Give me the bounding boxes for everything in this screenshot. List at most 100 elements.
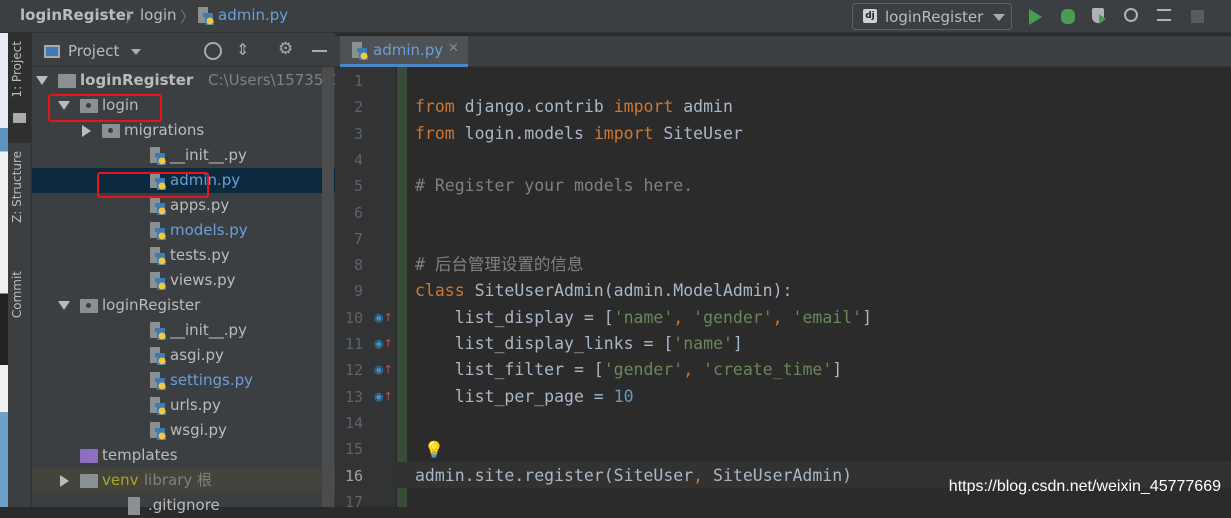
project-panel-header: Project ⇕ ⚙ <box>32 36 335 67</box>
line-number: 7 <box>353 229 363 248</box>
watermark: https://blog.csdn.net/weixin_45777669 <box>948 478 1221 495</box>
code-token: import <box>593 123 654 143</box>
run-configuration-select[interactable]: dj loginRegister <box>852 3 1012 30</box>
code-line: from django.contrib import admin <box>415 94 733 120</box>
code-line: list_display_links = ['name'] <box>415 331 743 357</box>
expanded-arrow-icon[interactable] <box>58 301 70 310</box>
code-token: 'gender' <box>693 307 773 327</box>
line-number: 5 <box>353 177 363 196</box>
code-token: 'create_time' <box>703 360 833 380</box>
override-marker-icon[interactable]: ◉↑ <box>374 337 393 350</box>
tree-item[interactable]: templates <box>32 443 335 468</box>
project-scrollbar[interactable] <box>322 67 334 507</box>
expanded-arrow-icon[interactable] <box>36 76 48 85</box>
line-number: 3 <box>353 124 363 143</box>
line-number: 13 <box>344 387 363 406</box>
code-token: 'name' <box>613 307 674 327</box>
code-token: ] <box>732 334 743 353</box>
run-concurrency-icon[interactable] <box>1157 9 1171 21</box>
code-token: login.models <box>454 123 594 143</box>
background-window-edge <box>0 33 8 507</box>
code-token: [ <box>603 307 614 327</box>
project-view-title[interactable]: Project <box>68 42 119 60</box>
code-token: , <box>683 360 704 380</box>
override-marker-icon[interactable]: ◉↑ <box>374 363 393 376</box>
code-line: from login.models import SiteUser <box>415 121 743 147</box>
breadcrumb-project[interactable]: loginRegister <box>20 6 133 24</box>
hide-icon[interactable] <box>312 50 327 52</box>
line-number: 4 <box>353 150 363 169</box>
tab-admin-py[interactable]: admin.py ✕ <box>340 36 468 67</box>
side-tab-project[interactable]: 1: Project <box>10 41 24 98</box>
collapse-all-icon[interactable]: ⇕ <box>236 40 249 59</box>
code-token: list_filter = [ <box>415 360 604 380</box>
python-file-icon <box>150 147 167 165</box>
profile-icon[interactable] <box>1124 8 1138 22</box>
run-icon[interactable] <box>1029 9 1042 25</box>
breadcrumb-folder[interactable]: login <box>140 6 177 24</box>
highlight-box-admin <box>97 172 209 198</box>
folder-icon <box>80 449 98 463</box>
tree-item[interactable]: wsgi.py <box>32 418 335 443</box>
tree-item-label: tests.py <box>170 246 230 264</box>
tree-item[interactable]: models.py <box>32 218 335 243</box>
override-marker-icon[interactable]: ◉↑ <box>374 311 393 324</box>
close-icon[interactable]: ✕ <box>448 41 459 56</box>
code-token: 'email' <box>792 307 863 327</box>
code-token: class <box>415 281 465 301</box>
code-line: list_filter = ['gender', 'create_time'] <box>415 357 842 383</box>
tree-item[interactable]: tests.py <box>32 243 335 268</box>
folder-icon <box>13 113 26 123</box>
code-token: 10 <box>613 386 634 406</box>
folder-icon <box>58 74 76 88</box>
highlight-box-login <box>48 94 162 122</box>
breadcrumb-file[interactable]: admin.py <box>218 6 288 24</box>
tree-item-label: asgi.py <box>170 346 224 364</box>
code-token: list_display_links = [ <box>415 334 674 353</box>
tree-item[interactable]: __init__.py <box>32 143 335 168</box>
code-line: # 后台管理设置的信息 <box>415 252 583 278</box>
line-number: 12 <box>344 361 363 380</box>
tree-item[interactable]: .gitignore <box>32 493 335 518</box>
chevron-down-icon <box>993 14 1005 21</box>
tree-item[interactable]: venv library 根 <box>32 468 335 493</box>
code-token: from <box>415 97 455 117</box>
side-tab-structure[interactable]: Z: Structure <box>10 151 24 223</box>
run-configuration-label: loginRegister <box>885 8 984 26</box>
tree-item[interactable]: views.py <box>32 268 335 293</box>
code-token: import <box>613 97 674 117</box>
tree-item[interactable]: __init__.py <box>32 318 335 343</box>
project-view-icon <box>44 45 60 58</box>
locate-icon[interactable] <box>204 42 222 60</box>
tree-item[interactable]: loginRegister C:\Users\15735\Desk <box>32 68 366 93</box>
folder-icon <box>80 299 98 313</box>
tree-item[interactable]: urls.py <box>32 393 335 418</box>
code-token: list_per_page = <box>415 386 614 406</box>
code-token: 'name' <box>673 334 733 353</box>
code-token: SiteUserAdmin) <box>713 465 853 485</box>
line-number: 1 <box>353 72 363 90</box>
tree-item[interactable]: loginRegister <box>32 293 335 318</box>
side-tab-commit[interactable]: Commit <box>10 271 24 318</box>
tab-label: admin.py <box>373 41 444 59</box>
code-line: list_per_page = 10 <box>415 384 634 410</box>
lightbulb-icon[interactable]: 💡 <box>424 440 444 459</box>
python-file-icon <box>150 347 167 365</box>
python-file-icon <box>150 397 167 415</box>
collapsed-arrow-icon[interactable] <box>82 125 91 137</box>
collapsed-arrow-icon[interactable] <box>60 475 69 487</box>
stop-icon[interactable] <box>1191 10 1204 23</box>
debug-icon[interactable] <box>1061 9 1075 24</box>
tree-item[interactable]: settings.py <box>32 368 335 393</box>
line-number: 14 <box>344 413 363 432</box>
python-file-icon <box>352 42 368 60</box>
tree-item-label: views.py <box>170 271 236 289</box>
chevron-down-icon[interactable] <box>131 49 141 55</box>
coverage-icon[interactable] <box>1092 8 1106 24</box>
code-token: # Register your models here. <box>415 176 694 196</box>
python-file-icon <box>150 247 167 265</box>
tree-item[interactable]: asgi.py <box>32 343 335 368</box>
gear-icon[interactable]: ⚙ <box>278 39 293 59</box>
override-marker-icon[interactable]: ◉↑ <box>374 390 393 403</box>
code-token: , <box>772 307 793 327</box>
